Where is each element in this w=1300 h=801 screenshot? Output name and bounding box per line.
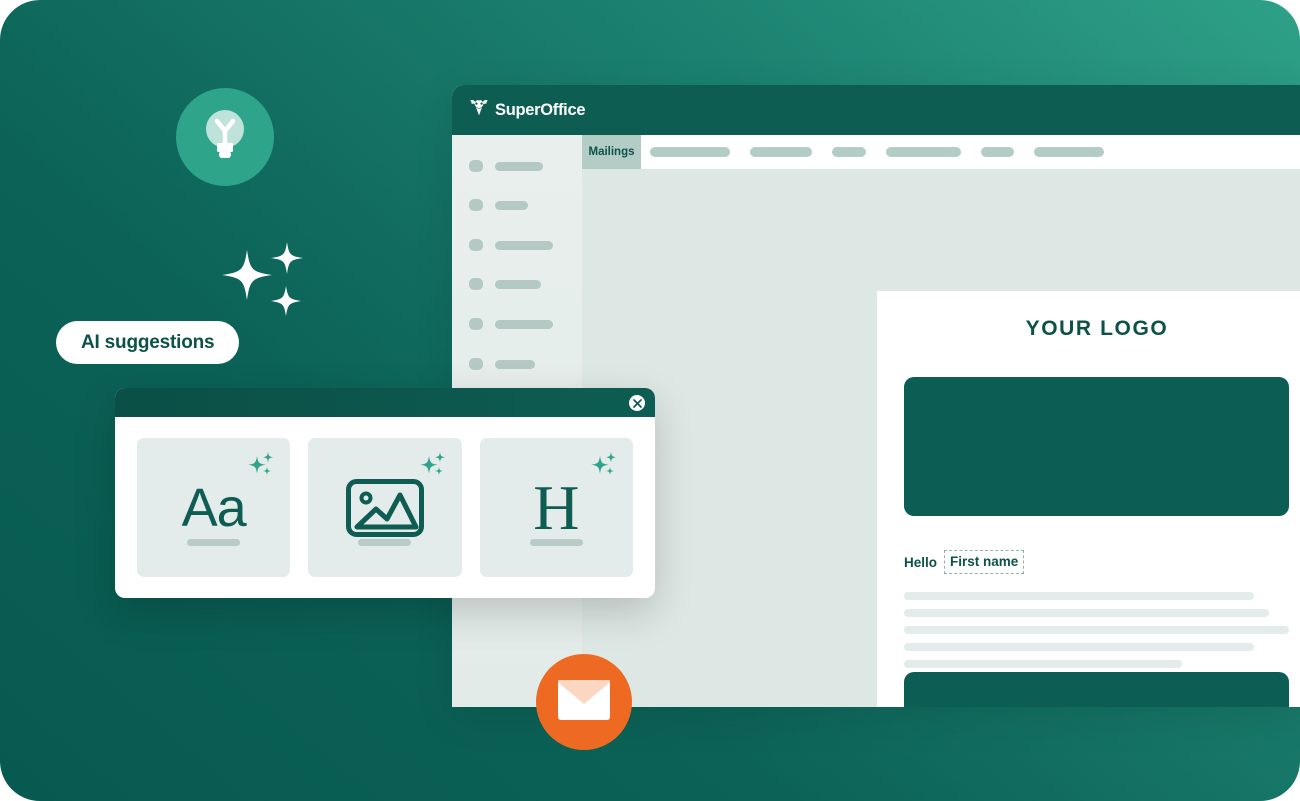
sparkle-icon: [247, 452, 275, 483]
sidebar-bullet-icon: [469, 239, 483, 251]
sparkle-icon: [419, 452, 447, 483]
tab-placeholder-3[interactable]: [832, 147, 866, 157]
text-glyph: Aa: [181, 477, 247, 538]
email-hero-image-top[interactable]: [904, 377, 1289, 516]
sidebar-item-1[interactable]: [469, 160, 543, 172]
sidebar-item-4[interactable]: [469, 278, 541, 290]
tab-placeholder-4[interactable]: [886, 147, 961, 157]
scene-canvas: AI suggestions SuperOffice Mailings YOUR…: [0, 0, 1300, 801]
email-body-line: [904, 592, 1254, 600]
app-topbar: SuperOffice: [452, 85, 1300, 135]
ai-suggestions-badge[interactable]: AI suggestions: [56, 321, 240, 364]
tab-placeholder-5[interactable]: [981, 147, 1014, 157]
sidebar-bullet-icon: [469, 318, 483, 330]
lightbulb-badge: [176, 88, 274, 186]
tab-mailings-label: Mailings: [588, 146, 635, 158]
sidebar-item-3[interactable]: [469, 239, 553, 251]
tab-placeholder-6[interactable]: [1034, 147, 1104, 157]
card-label-placeholder: [187, 539, 241, 546]
heading-suggestion-card[interactable]: H: [479, 438, 633, 577]
ai-suggestions-label: AI suggestions: [81, 331, 215, 353]
email-body-line: [904, 626, 1289, 634]
image-glyph-icon: [345, 472, 424, 544]
sidebar-bullet-icon: [469, 160, 483, 172]
email-hero-image-bottom[interactable]: [904, 672, 1289, 707]
tab-mailings[interactable]: Mailings: [582, 135, 641, 169]
sparkle-icon: [590, 452, 618, 483]
card-label-placeholder: [358, 539, 412, 546]
brand-logo[interactable]: SuperOffice: [469, 99, 586, 121]
tab-bar: Mailings: [582, 135, 1300, 169]
merge-field-first-name[interactable]: First name: [944, 550, 1025, 574]
lightbulb-icon: [197, 104, 253, 171]
email-preview-card: YOUR LOGO Hello First name: [877, 291, 1300, 707]
sidebar-item-2[interactable]: [469, 199, 528, 211]
text-suggestion-card[interactable]: Aa: [137, 438, 291, 577]
sidebar-item-6[interactable]: [469, 358, 535, 370]
brand-name: SuperOffice: [495, 100, 586, 119]
superoffice-owl-logo-icon: [469, 99, 489, 121]
email-greeting-text: Hello: [904, 554, 938, 570]
ai-suggestions-modal: Aa H: [115, 388, 655, 598]
envelope-badge: [536, 654, 632, 750]
sidebar-bullet-icon: [469, 278, 483, 290]
email-body-line: [904, 660, 1182, 668]
modal-body: Aa H: [115, 417, 655, 598]
sidebar-item-label: [495, 279, 541, 289]
image-suggestion-card[interactable]: [308, 438, 462, 577]
sidebar-item-5[interactable]: [469, 318, 553, 330]
sparkles-icon: [214, 236, 318, 328]
heading-glyph: H: [533, 471, 580, 543]
tab-placeholder-1[interactable]: [650, 147, 730, 157]
mailing-canvas: YOUR LOGO Hello First name: [582, 169, 1300, 707]
sidebar-item-label: [495, 200, 528, 210]
email-body-line: [904, 643, 1254, 651]
envelope-icon: [558, 679, 610, 725]
email-logo-text: YOUR LOGO: [1025, 317, 1169, 340]
sidebar-item-label: [495, 240, 553, 250]
sidebar-bullet-icon: [469, 199, 483, 211]
email-body-line: [904, 609, 1269, 617]
modal-header: [115, 388, 655, 417]
sidebar-item-label: [495, 161, 543, 171]
sidebar-item-label: [495, 359, 535, 369]
email-greeting: Hello First name: [904, 550, 1025, 574]
tab-placeholder-2[interactable]: [750, 147, 812, 157]
card-label-placeholder: [529, 539, 583, 546]
close-icon[interactable]: [629, 395, 645, 411]
sidebar-item-label: [495, 319, 553, 329]
sidebar-bullet-icon: [469, 358, 483, 370]
